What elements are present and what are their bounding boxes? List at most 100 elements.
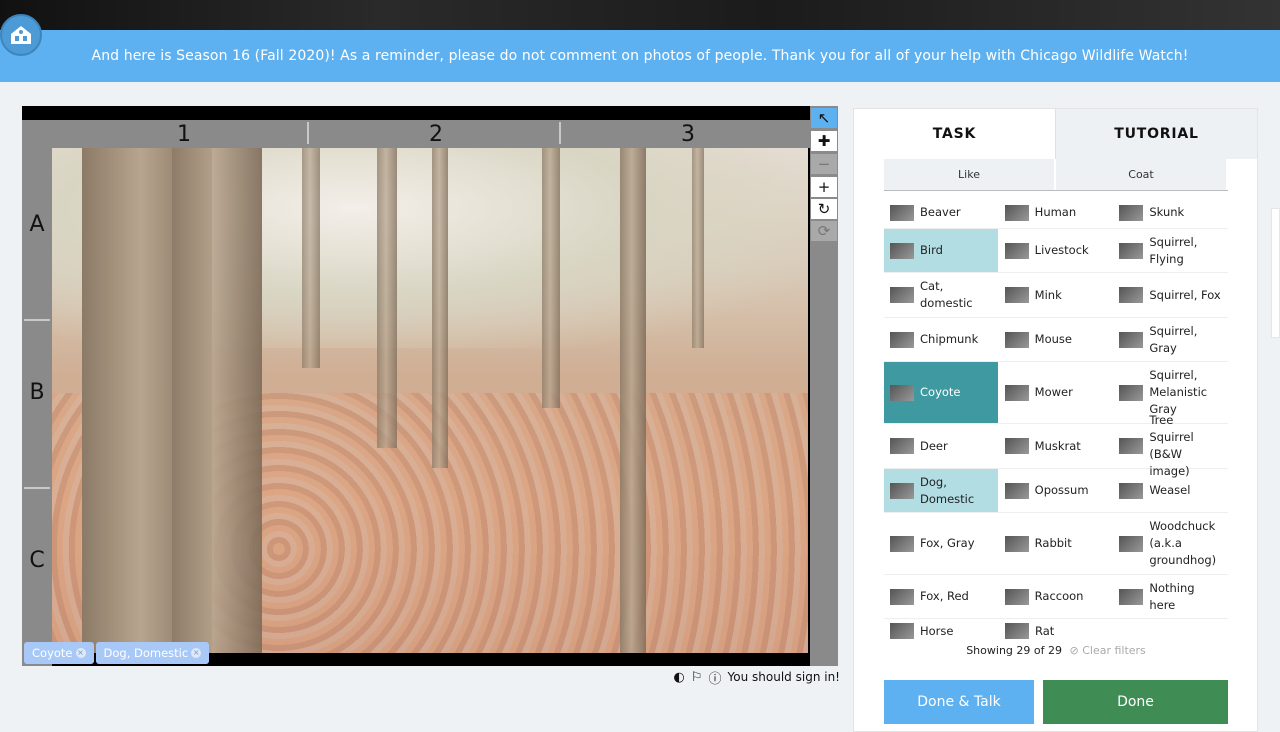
species-choice-rat[interactable]: Rat [999,619,1113,643]
species-tag-coyote[interactable]: Coyote × [24,642,94,664]
clear-filters-link[interactable]: ⊘ Clear filters [1069,644,1145,657]
filter-coat-button[interactable]: Coat [1056,159,1226,190]
photo-tree-trunk [542,148,560,408]
species-thumbnail [1004,384,1029,401]
photo-tree-trunk [692,148,704,348]
species-choice-bird[interactable]: Bird [884,229,998,272]
row-divider [24,319,50,321]
species-choice-squirrel-flying[interactable]: Squirrel, Flying [1113,229,1227,272]
photo-tree-trunk [172,148,262,653]
species-row: Cat, domestic Mink Squirrel, Fox [884,273,1228,318]
species-label: Woodchuck (a.k.a groundhog) [1149,519,1217,567]
invert-icon[interactable]: ◐ [674,670,685,685]
zoom-in-icon[interactable]: + [811,177,837,197]
species-thumbnail [1004,204,1029,221]
species-thumbnail [890,623,914,639]
building-icon [11,26,31,44]
viewer-toolbar: ↖ ✚ − + ↻ ⟳ [810,106,838,666]
done-button[interactable]: Done [1043,680,1228,724]
species-choice-squirrel-gray[interactable]: Squirrel, Gray [1113,318,1227,361]
tab-tutorial[interactable]: TUTORIAL [1055,109,1257,159]
species-label: Rabbit [1034,536,1072,550]
zoom-out-icon[interactable]: − [811,154,837,174]
sign-in-notice[interactable]: You should sign in! [728,670,840,684]
species-thumbnail [1004,242,1029,259]
species-choice-muskrat[interactable]: Muskrat [999,424,1113,468]
species-choice-horse[interactable]: Horse [884,619,998,643]
species-choice-fox-gray[interactable]: Fox, Gray [884,513,998,574]
species-row: Fox, Red Raccoon Nothing here [884,575,1228,619]
species-choice-opossum[interactable]: Opossum [999,469,1113,512]
species-label: Dog, Domestic [920,474,975,506]
species-choice-squirrel-fox[interactable]: Squirrel, Fox [1113,273,1227,317]
filter-like-button[interactable]: Like [884,159,1054,190]
species-thumbnail [1004,535,1029,552]
column-divider [307,122,309,144]
species-choice-cat-domestic[interactable]: Cat, domestic [884,273,998,317]
species-choice-nothing-here[interactable]: Nothing here [1113,575,1227,618]
species-label: Mower [1034,385,1073,399]
species-choice-livestock[interactable]: Livestock [999,229,1113,272]
species-choice-deer[interactable]: Deer [884,424,998,468]
tab-task[interactable]: TASK [854,109,1055,159]
task-tabs: TASK TUTORIAL [854,109,1257,159]
done-and-talk-button[interactable]: Done & Talk [884,680,1034,724]
species-choice-tree-squirrel[interactable]: Tree Squirrel (B&W image) [1113,413,1227,478]
species-choice-woodchuck[interactable]: Woodchuck (a.k.a groundhog) [1113,513,1227,574]
species-grid: Beaver Human Skunk Bird Livestock Squirr… [884,197,1228,643]
subject-viewer[interactable]: 1 2 3 A B C [22,106,810,666]
row-ruler: A B C [22,148,52,666]
species-label: Human [1034,205,1077,219]
photo-tree-trunk [302,148,320,368]
species-choice-beaver[interactable]: Beaver [884,197,998,228]
species-label: Skunk [1149,205,1185,219]
species-thumbnail [1004,588,1029,605]
species-choice-mouse[interactable]: Mouse [999,318,1113,361]
species-choice-chipmunk[interactable]: Chipmunk [884,318,998,361]
photo-tree-trunk [432,148,448,468]
species-row: Chipmunk Mouse Squirrel, Gray [884,318,1228,362]
pointer-icon[interactable]: ↖ [811,108,837,128]
flag-icon[interactable]: ⚐ [691,670,703,685]
species-choice-coyote[interactable]: Coyote [884,362,998,423]
rotate-icon[interactable]: ↻ [811,199,837,219]
remove-tag-icon[interactable]: × [75,648,86,658]
subject-meta-bar: ◐ ⚐ ⓘ You should sign in! [660,667,840,687]
species-label: Coyote [920,385,961,399]
species-label: Squirrel, Fox [1149,287,1221,302]
species-choice-mower[interactable]: Mower [999,362,1113,423]
species-choice-fox-red[interactable]: Fox, Red [884,575,998,618]
showing-text: Showing 29 of 29 [966,644,1062,657]
reset-icon[interactable]: ⟳ [811,221,837,241]
row-divider [24,487,50,489]
species-choice-weasel[interactable]: Weasel [1113,469,1227,512]
side-feedback-tab[interactable] [1271,208,1280,338]
species-row: Deer Muskrat Tree Squirrel (B&W image) [884,413,1228,478]
photo-tree-trunk [620,148,646,653]
species-label: Rat [1035,623,1055,638]
species-label: Raccoon [1034,589,1084,603]
column-label-1: 1 [177,122,191,147]
species-label: Deer [920,438,948,453]
species-thumbnail [890,438,914,454]
announcement-banner: And here is Season 16 (Fall 2020)! As a … [0,30,1280,82]
top-navigation-bar [0,0,1280,30]
species-thumbnail [1119,588,1144,605]
species-label: Cat, domestic [920,279,973,310]
project-logo-icon[interactable] [0,14,42,56]
remove-tag-icon[interactable]: × [191,648,202,658]
species-tag-dog-domestic[interactable]: Dog, Domestic × [95,642,210,664]
species-label: Livestock [1034,243,1089,257]
move-icon[interactable]: ✚ [811,131,837,151]
species-choice-mink[interactable]: Mink [999,273,1113,317]
species-choice-dog-domestic[interactable]: Dog, Domestic [884,469,998,512]
species-choice-raccoon[interactable]: Raccoon [999,575,1113,618]
species-choice-rabbit[interactable]: Rabbit [999,513,1113,574]
species-label: Chipmunk [920,332,979,346]
species-choice-human[interactable]: Human [999,197,1113,228]
species-label: Squirrel, Gray [1149,323,1198,355]
species-choice-skunk[interactable]: Skunk [1113,197,1227,228]
camera-trap-photo[interactable] [52,148,808,653]
species-row: Bird Livestock Squirrel, Flying [884,229,1228,273]
info-icon[interactable]: ⓘ [709,668,722,687]
